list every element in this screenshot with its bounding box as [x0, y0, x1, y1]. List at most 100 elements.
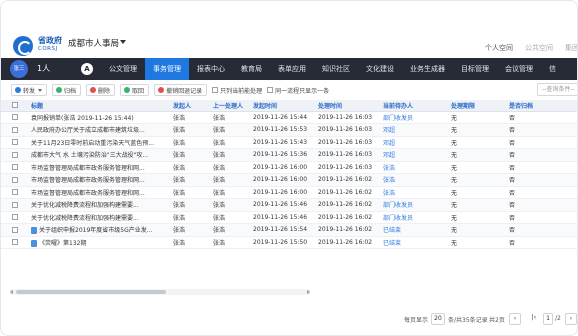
table-row[interactable]: 袁同报销单(张浩 2019-11-26 15:44) 张浩 张浩 2019-11-26…	[1, 111, 577, 124]
archive-button[interactable]: 归档	[52, 84, 82, 96]
table-row[interactable]: 市场监督管理局成都市政务服务管理和网... 张浩 张浩 2019-11-26 16:0…	[1, 173, 577, 187]
table-row[interactable]: 关于组织申报2019年度省市级5G产业发... 张浩 张浩 2019-11-26 15…	[1, 223, 577, 237]
nav-item[interactable]: 表单应用	[270, 58, 314, 80]
personal-space-link[interactable]: 个人空间	[485, 43, 513, 53]
prev-page-button[interactable]: ‹	[509, 313, 521, 325]
table-cell[interactable]: 关于优化减税降费流程和加强构建需要...	[29, 211, 171, 224]
col-current-assignee[interactable]: 当前待办人	[381, 100, 449, 112]
group-link[interactable]: 集团	[565, 43, 577, 53]
table-cell: 2019-11-26 16:02	[316, 198, 381, 212]
table-cell[interactable]: 已结束	[381, 236, 449, 249]
nav-item[interactable]: 业务生成器	[402, 58, 453, 80]
withdraw-button[interactable]: 取回	[120, 84, 150, 96]
top-links: 个人空间 公共空间 集团	[485, 43, 577, 53]
table-cell[interactable]: 人民政府办公厅关于成立成都市建筑垃圾...	[29, 123, 171, 137]
avatar[interactable]: 张三	[10, 60, 28, 78]
nav-item[interactable]: 文化建设	[358, 58, 402, 80]
table-cell[interactable]: 张浩	[381, 161, 449, 174]
table-row[interactable]: 市场监督管理局成都市政务服务管理和网... 张浩 张浩 2019-11-26 16:0…	[1, 161, 577, 174]
document-icon	[31, 227, 37, 235]
row-checkbox[interactable]	[1, 111, 29, 124]
table-cell[interactable]: 关于组织申报2019年度省市级5G产业发...	[29, 223, 171, 237]
public-space-link[interactable]: 公共空间	[525, 43, 553, 53]
nav-item[interactable]: 报表中心	[189, 58, 233, 80]
scroll-right-icon[interactable]	[307, 290, 310, 294]
page-input[interactable]: 1	[543, 313, 553, 325]
col-initiator[interactable]: 发起人	[171, 100, 211, 112]
nav-item[interactable]: 目标管理	[453, 58, 497, 80]
nav-item[interactable]: 公文管理	[101, 58, 145, 80]
nav-item[interactable]: 知识社区	[314, 58, 358, 80]
scroll-left-icon[interactable]	[10, 290, 13, 294]
col-archived[interactable]: 是否归档	[507, 100, 577, 112]
nav-item[interactable]: 事务管理	[145, 58, 189, 80]
table-cell[interactable]: 关于11月23日零时前启动重污染天气蓝色预...	[29, 136, 171, 149]
row-checkbox[interactable]	[1, 123, 29, 137]
chevron-down-icon[interactable]	[120, 40, 126, 44]
table-cell: 张浩	[211, 173, 251, 187]
select-all-checkbox[interactable]	[1, 100, 29, 112]
org-selector[interactable]: 成都市人事局	[68, 37, 119, 49]
filter-current-checkbox[interactable]: 只列当前能处理	[212, 86, 262, 95]
row-checkbox[interactable]	[1, 173, 29, 187]
nav-item[interactable]: 教育局	[233, 58, 270, 80]
col-title[interactable]: 标题	[29, 100, 171, 112]
total-records: 条/共35条记录	[448, 317, 488, 324]
row-checkbox[interactable]	[1, 198, 29, 212]
col-start-time[interactable]: 发起时间	[251, 100, 316, 112]
table-cell[interactable]: 张浩	[381, 186, 449, 199]
table-cell[interactable]: 《荧曜》第132期	[29, 236, 171, 249]
col-handle-time[interactable]: 处理时间	[316, 100, 381, 112]
table-cell[interactable]: 市场监督管理局成都市政务服务管理和网...	[29, 161, 171, 174]
table-cell[interactable]: 袁同报销单(张浩 2019-11-26 15:44)	[29, 111, 171, 124]
font-size-icon[interactable]: A	[81, 63, 93, 75]
table-row[interactable]: 关于优化减税降费流程和加强构建需要... 张浩 张浩 2019-11-26 15:46…	[1, 211, 577, 224]
table-cell[interactable]: 部门收发员	[381, 111, 449, 124]
table-cell[interactable]: 市场监督管理局成都市政务服务管理和网...	[29, 186, 171, 199]
table-row[interactable]: 关于优化减税降费流程和加强构建需要... 张浩 张浩 2019-11-26 15:46…	[1, 198, 577, 212]
first-page-button[interactable]: |‹	[528, 313, 540, 325]
table-cell[interactable]: 邓超	[381, 148, 449, 162]
table-cell[interactable]: 部门收发员	[381, 211, 449, 224]
table-row[interactable]: 《荧曜》第132期 张浩 张浩 2019-11-26 15:50 2019-11-26 …	[1, 236, 577, 249]
per-page-input[interactable]: 20	[431, 313, 445, 325]
table-row[interactable]: 成都市大气 水 土壤污染防治"三大战役"攻... 张浩 张浩 2019-11-26 1…	[1, 148, 577, 162]
nav-item[interactable]: 信	[541, 58, 564, 80]
horizontal-scrollbar[interactable]	[10, 289, 310, 295]
table-cell: 张浩	[171, 173, 211, 187]
table-cell[interactable]: 已结束	[381, 223, 449, 237]
table-cell[interactable]: 成都市大气 水 土壤污染防治"三大战役"攻...	[29, 148, 171, 162]
scrollbar-thumb[interactable]	[16, 290, 166, 294]
table-cell[interactable]: 市场监督管理局成都市政务服务管理和网...	[29, 173, 171, 187]
table-row[interactable]: 人民政府办公厅关于成立成都市建筑垃圾... 张浩 张浩 2019-11-26 15:5…	[1, 123, 577, 137]
row-checkbox[interactable]	[1, 186, 29, 199]
table-cell: 否	[507, 148, 577, 162]
table-cell[interactable]: 张浩	[381, 173, 449, 187]
nav-item[interactable]: 会议管理	[497, 58, 541, 80]
checkbox[interactable]	[267, 87, 274, 93]
row-checkbox[interactable]	[1, 236, 29, 249]
table-cell[interactable]: 关于优化减税降费流程和加强构建需要...	[29, 198, 171, 212]
col-deadline[interactable]: 处理期限	[449, 100, 507, 112]
next-page-button[interactable]: ›	[565, 313, 577, 325]
table-cell: 2019-11-26 16:02	[316, 186, 381, 199]
row-checkbox[interactable]	[1, 223, 29, 237]
table-cell[interactable]: 邓超	[381, 136, 449, 149]
table-row[interactable]: 关于11月23日零时前启动重污染天气蓝色预... 张浩 张浩 2019-11-26 1…	[1, 136, 577, 149]
delete-button[interactable]: 删除	[86, 84, 116, 96]
per-page-label: 每页显示	[404, 317, 429, 324]
table-cell[interactable]: 邓超	[381, 123, 449, 137]
row-checkbox[interactable]	[1, 136, 29, 149]
filter-one-per-flow-checkbox[interactable]: 同一流程只显示一条	[267, 86, 329, 95]
delete-icon	[90, 87, 97, 93]
col-prev-handler[interactable]: 上一处理人	[211, 100, 251, 112]
forward-button[interactable]: 转发	[11, 84, 48, 96]
checkbox[interactable]	[212, 87, 219, 93]
row-checkbox[interactable]	[1, 161, 29, 174]
search-input[interactable]: --查询条件--	[537, 83, 577, 96]
table-cell[interactable]: 部门收发员	[381, 198, 449, 212]
row-checkbox[interactable]	[1, 148, 29, 162]
revoke-records-button[interactable]: 撤销回退记录	[154, 84, 208, 96]
table-row[interactable]: 市场监督管理局成都市政务服务管理和网... 张浩 张浩 2019-11-26 16:0…	[1, 186, 577, 199]
row-checkbox[interactable]	[1, 211, 29, 224]
